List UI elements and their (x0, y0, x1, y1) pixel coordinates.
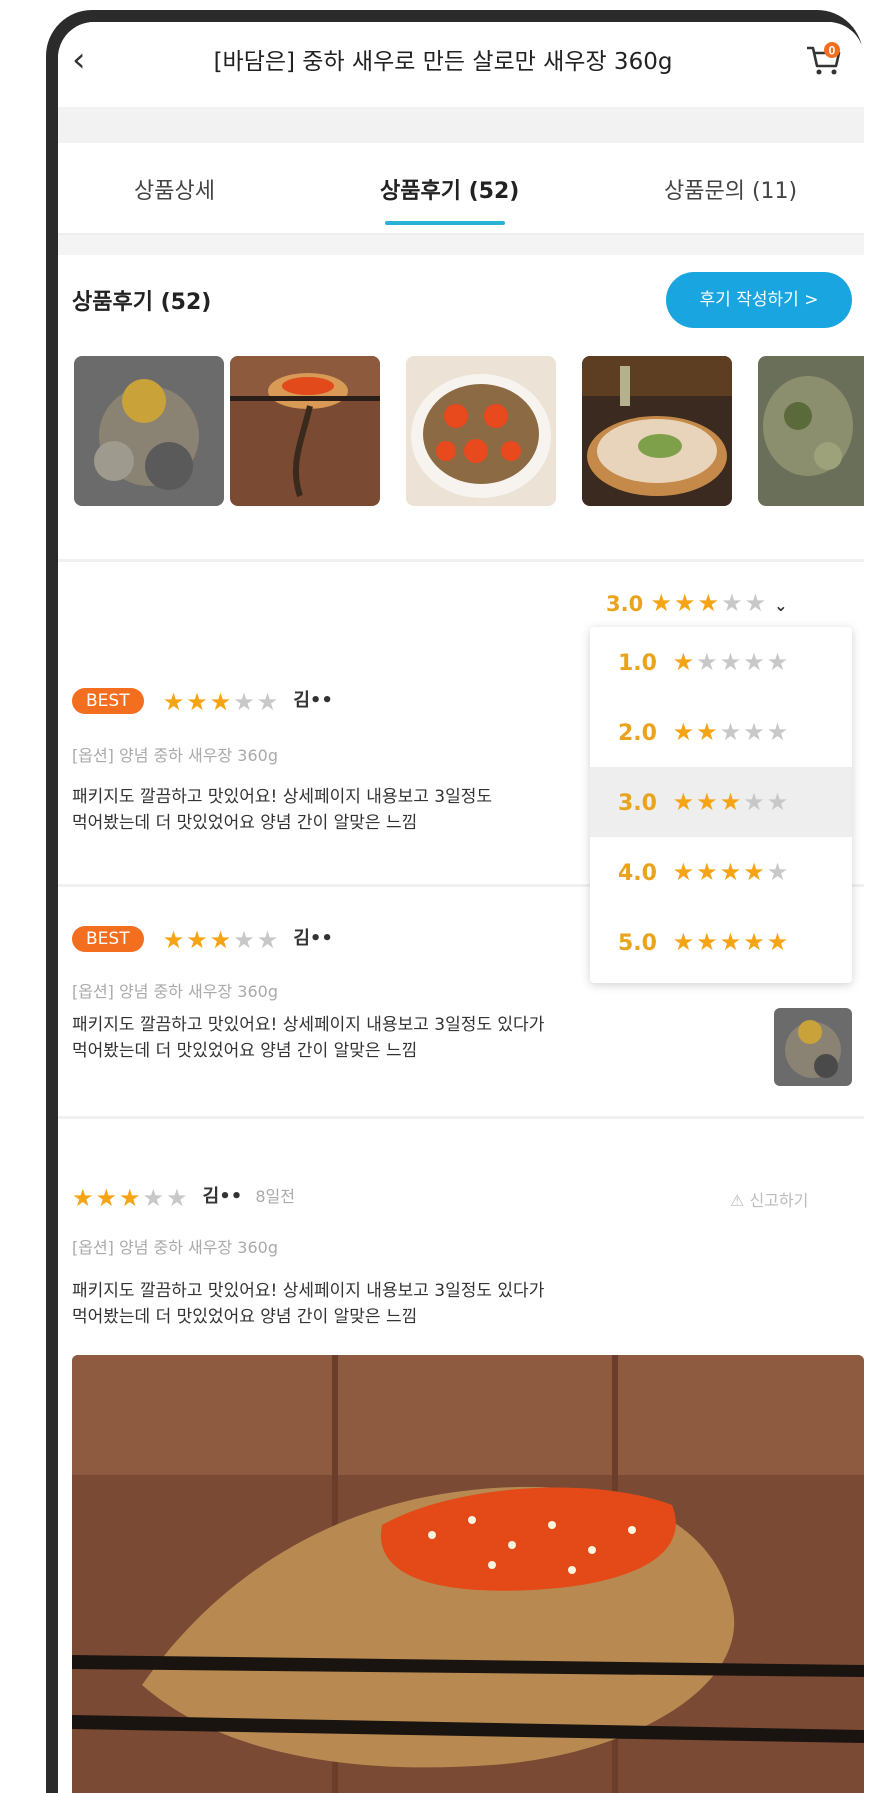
review-author: 김•• (293, 928, 333, 949)
review-date: 8일전 (255, 1187, 295, 1206)
tab-product-detail[interactable]: 상품상세 (134, 173, 215, 205)
rating-stars: ★★★★★ (162, 687, 281, 716)
tab-bar: 상품상세 상품후기 (52) 상품문의 (11) (58, 143, 864, 235)
page-title: [바담은] 중하 새우로 만든 살로만 새우장 360g (213, 49, 673, 75)
chevron-down-icon: ⌄ (774, 596, 788, 615)
rating-stars: ★★★★★ (650, 589, 769, 617)
tab-inquiries[interactable]: 상품문의 (11) (664, 173, 797, 205)
rating-option[interactable]: 4.0 ★★★★★ (590, 837, 852, 907)
review-author: 김•• (293, 690, 333, 711)
active-tab-indicator (385, 221, 505, 225)
best-badge: BEST (72, 926, 144, 952)
rating-stars: ★★★★★ (162, 925, 281, 954)
rating-option[interactable]: 1.0 ★★★★★ (590, 627, 852, 697)
back-icon[interactable]: ‹ (72, 40, 102, 80)
review-photo-thumbnail[interactable] (582, 356, 732, 506)
cart-count: 0 (829, 44, 836, 58)
divider (58, 559, 864, 562)
review-text: 패키지도 깔끔하고 맛있어요! 상세페이지 내용보고 3일정도 먹어봤는데 더 … (72, 787, 493, 833)
review-photo-thumbnail[interactable] (74, 356, 224, 506)
siren-icon: ⚠ (730, 1191, 745, 1210)
rating-filter-dropdown: 1.0 ★★★★★ 2.0 ★★★★★ 3.0 ★★★★★ 4.0 ★★★★★ … (590, 627, 852, 983)
rating-stars: ★★★★★ (72, 1183, 190, 1212)
review-photo-thumbnail[interactable] (758, 356, 864, 506)
write-review-button[interactable]: 후기 작성하기 > (666, 272, 852, 328)
rating-filter[interactable]: 3.0 ★★★★★ ⌄ (606, 589, 788, 617)
review-photo-thumbnail[interactable] (406, 356, 556, 506)
review-option: [옵션] 양념 중하 새우장 360g (72, 982, 279, 1001)
review-item: ★★★★★ 김•• 8일전 [옵션] 양념 중하 새우장 360g 패키지도 깔… (58, 1142, 864, 1352)
review-text: 패키지도 깔끔하고 맛있어요! 상세페이지 내용보고 3일정도 있다가 먹어봤는… (72, 1015, 545, 1061)
review-text: 패키지도 깔끔하고 맛있어요! 상세페이지 내용보고 3일정도 있다가 먹어봤는… (72, 1281, 545, 1327)
rating-filter-value: 3.0 (606, 592, 644, 616)
divider (58, 107, 864, 143)
tab-reviews[interactable]: 상품후기 (52) (380, 173, 519, 205)
review-photo-large[interactable] (72, 1355, 864, 1793)
review-option: [옵션] 양념 중하 새우장 360g (72, 746, 279, 765)
review-photo-thumbnail[interactable] (774, 1008, 852, 1086)
report-label: 신고하기 (749, 1191, 809, 1210)
report-button[interactable]: ⚠ 신고하기 (730, 1187, 808, 1211)
cart-icon[interactable]: 0 (804, 40, 844, 80)
rating-option[interactable]: 5.0 ★★★★★ (590, 907, 852, 977)
divider (58, 1116, 864, 1119)
review-photo-thumbnail[interactable] (230, 356, 380, 506)
rating-option[interactable]: 2.0 ★★★★★ (590, 697, 852, 767)
best-badge: BEST (72, 688, 144, 714)
reviews-title: 상품후기 (52) (72, 290, 212, 315)
review-option: [옵션] 양념 중하 새우장 360g (72, 1238, 279, 1257)
review-author: 김•• (202, 1186, 243, 1207)
divider (58, 235, 864, 255)
rating-option-selected[interactable]: 3.0 ★★★★★ (590, 767, 852, 837)
screen: ‹ [바담은] 중하 새우로 만든 살로만 새우장 360g 0 상품상세 상품… (58, 22, 864, 1793)
